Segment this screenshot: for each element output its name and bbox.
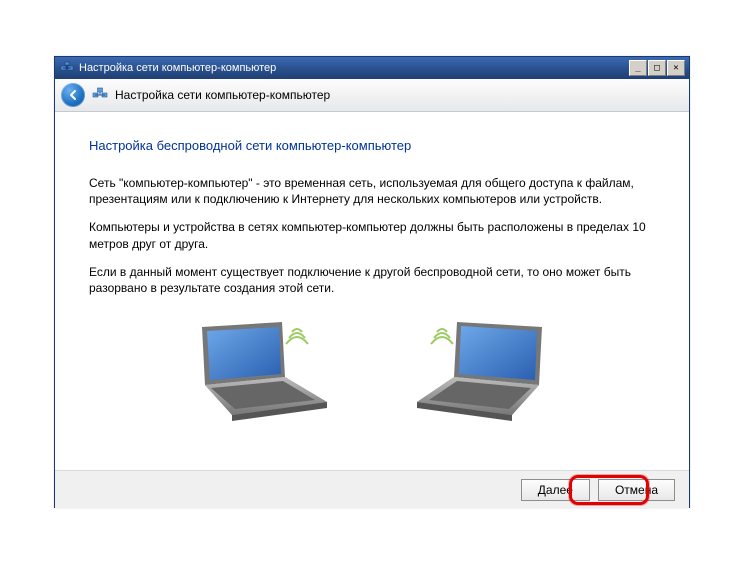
wizard-footer: Далее Отмена — [55, 470, 689, 508]
window-controls: _ □ ✕ — [628, 60, 685, 76]
back-button[interactable] — [61, 83, 85, 107]
content-heading: Настройка беспроводной сети компьютер-ко… — [89, 138, 655, 153]
network-icon — [91, 86, 109, 104]
titlebar: Настройка сети компьютер-компьютер _ □ ✕ — [55, 57, 689, 79]
window-title: Настройка сети компьютер-компьютер — [79, 62, 628, 74]
app-icon — [59, 60, 75, 76]
wizard-content: Настройка беспроводной сети компьютер-ко… — [55, 112, 689, 470]
laptop-left-icon — [177, 314, 337, 427]
wizard-window: Настройка сети компьютер-компьютер _ □ ✕… — [54, 56, 690, 508]
close-button[interactable]: ✕ — [667, 60, 685, 76]
next-button[interactable]: Далее — [521, 479, 590, 501]
maximize-button[interactable]: □ — [648, 60, 666, 76]
wizard-header: Настройка сети компьютер-компьютер — [55, 79, 689, 112]
page-title: Настройка сети компьютер-компьютер — [115, 88, 330, 102]
paragraph-2: Компьютеры и устройства в сетях компьюте… — [89, 219, 649, 251]
paragraph-1: Сеть "компьютер-компьютер" - это временн… — [89, 175, 649, 207]
minimize-button[interactable]: _ — [629, 60, 647, 76]
illustration — [89, 314, 655, 427]
laptop-right-icon — [407, 314, 567, 427]
paragraph-3: Если в данный момент существует подключе… — [89, 264, 649, 296]
cancel-button[interactable]: Отмена — [598, 479, 675, 501]
